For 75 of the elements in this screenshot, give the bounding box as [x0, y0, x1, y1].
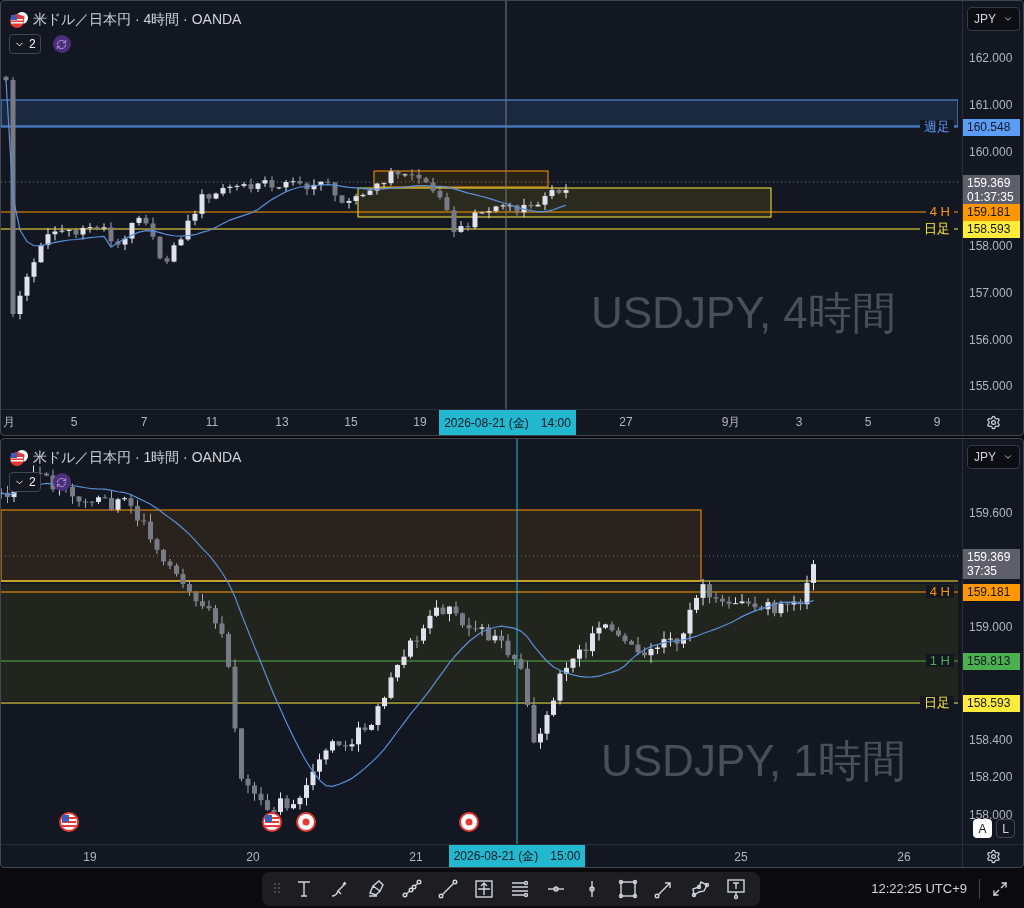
scale-mode-button[interactable]: A [973, 819, 992, 838]
time-tick: 26 [897, 851, 911, 863]
price-tick: 162.000 [969, 52, 1013, 64]
time-tick: 月 [3, 416, 15, 428]
settings-icon[interactable] [985, 848, 1001, 864]
time-tick: 9 [933, 416, 941, 428]
grid-box-icon[interactable] [472, 877, 496, 901]
japan-flag-icon[interactable] [459, 812, 479, 832]
crosshair-time: 14:00 [540, 414, 571, 432]
time-tick: 5 [70, 416, 78, 428]
price-tick: 161.000 [969, 99, 1013, 111]
crosshair-time: 15:00 [550, 848, 581, 865]
japan-flag-icon[interactable] [296, 812, 316, 832]
price-tick: 158.400 [969, 734, 1013, 746]
time-tick: 19 [83, 851, 97, 863]
time-tick: 19 [413, 416, 427, 428]
drag-handle-icon[interactable] [274, 882, 280, 896]
price-tick: 155.000 [969, 380, 1013, 392]
us-flag-icon[interactable] [262, 812, 282, 832]
level-label: 日足 [920, 222, 954, 235]
indicator-toggle-button[interactable]: 2 [9, 34, 41, 54]
time-tick: 21 [409, 851, 423, 863]
currency-pair-flags-icon [9, 448, 29, 467]
time-tick: 20 [246, 851, 260, 863]
time-tick: 7 [140, 416, 148, 428]
price-tick: 158.000 [969, 809, 1013, 821]
level-label: 4 H [925, 205, 954, 218]
price-badge: 159.181 [963, 584, 1020, 601]
price-tick: 157.000 [969, 287, 1013, 299]
price-badge: 160.548 [963, 119, 1020, 136]
price-badge: 158.813 [963, 653, 1020, 670]
rectangle-tool-icon[interactable] [616, 877, 640, 901]
bar-countdown: 01:37:35 [967, 190, 1015, 204]
price-tick: 160.000 [969, 146, 1013, 158]
time-tick: 25 [734, 851, 748, 863]
level-label: 4 H [925, 585, 954, 598]
us-flag-icon[interactable] [59, 812, 79, 832]
chart-title: 米ドル／日本円 · 4時間 · OANDA [33, 10, 242, 29]
price-tick: 158.200 [969, 771, 1013, 783]
clock-time[interactable]: 12:22:25 UTC+9 [871, 879, 967, 899]
indicator-toggle-button[interactable]: 2 [9, 472, 41, 492]
chart-title: 米ドル／日本円 · 1時間 · OANDA [33, 448, 242, 467]
chevron-down-icon [1003, 452, 1013, 462]
last-price: 159.369 [967, 176, 1012, 190]
price-tick: 159.000 [969, 621, 1013, 633]
time-tick: 13 [275, 416, 289, 428]
chevron-down-icon [1003, 14, 1013, 24]
text-note-icon[interactable] [724, 877, 748, 901]
currency-dropdown[interactable]: JPY [967, 7, 1020, 31]
level-label: 1 H [925, 654, 954, 667]
bar-countdown: 37:35 [967, 564, 999, 578]
time-tick: 27 [619, 416, 633, 428]
scale-mode-button[interactable]: L [996, 819, 1015, 838]
price-badge: 158.593 [963, 695, 1020, 712]
time-tick: 3 [795, 416, 803, 428]
currency-pair-flags-icon [9, 10, 29, 29]
price-tick: 158.000 [969, 240, 1013, 252]
level-label: 週足 [920, 120, 954, 133]
fullscreen-icon[interactable] [992, 881, 1008, 897]
time-tick: 15 [344, 416, 358, 428]
refresh-icon[interactable] [52, 35, 71, 53]
price-badge: 159.181 [963, 204, 1020, 221]
crosshair-date: 2026-08-21 (金) [453, 848, 539, 865]
crosshair-date: 2026-08-21 (金) [444, 414, 529, 432]
price-badge: 158.593 [963, 221, 1020, 238]
price-tick: 156.000 [969, 334, 1013, 346]
last-price: 159.369 [967, 550, 1012, 564]
trend-line-icon[interactable] [436, 877, 460, 901]
settings-icon[interactable] [985, 415, 1001, 430]
level-label: 日足 [920, 696, 954, 709]
time-tick: 11 [205, 416, 219, 428]
currency-dropdown[interactable]: JPY [967, 445, 1020, 469]
time-tick: 9月 [721, 416, 741, 428]
time-tick: 5 [864, 416, 872, 428]
price-tick: 159.600 [969, 507, 1013, 519]
